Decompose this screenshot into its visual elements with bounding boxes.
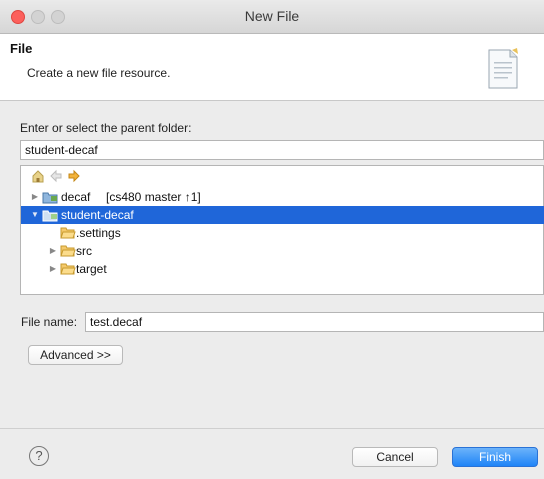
wizard-description: Create a new file resource. bbox=[27, 66, 171, 80]
tree-item-src[interactable]: ▶ src bbox=[21, 242, 544, 260]
expand-arrow-icon[interactable]: ▶ bbox=[30, 188, 40, 206]
parent-folder-label: Enter or select the parent folder: bbox=[20, 121, 192, 135]
wizard-title: File bbox=[10, 41, 33, 56]
window-titlebar: New File bbox=[0, 0, 544, 34]
help-icon[interactable]: ? bbox=[29, 446, 49, 466]
tree-item-label: decaf bbox=[61, 190, 91, 204]
cancel-button[interactable]: Cancel bbox=[352, 447, 438, 467]
parent-folder-input[interactable] bbox=[20, 140, 544, 160]
home-icon[interactable] bbox=[31, 169, 45, 183]
collapse-arrow-icon[interactable]: ▼ bbox=[30, 206, 40, 224]
folder-icon bbox=[60, 245, 76, 257]
tree-item-git-status: [cs480 master ↑1] bbox=[106, 190, 201, 204]
wizard-header: File Create a new file resource. bbox=[0, 34, 544, 101]
window-title: New File bbox=[244, 8, 300, 24]
tree-item-student-decaf[interactable]: ▼ student-decaf bbox=[21, 206, 544, 224]
advanced-button[interactable]: Advanced >> bbox=[28, 345, 123, 365]
folder-tree[interactable]: ▶ decaf [cs480 master ↑1] ▼ student-deca… bbox=[20, 165, 544, 295]
tree-item-label: target bbox=[76, 262, 107, 276]
file-name-input[interactable] bbox=[85, 312, 544, 332]
tree-item-label: src bbox=[76, 244, 92, 258]
new-file-icon bbox=[488, 48, 518, 89]
back-icon[interactable] bbox=[49, 169, 63, 183]
project-icon bbox=[42, 192, 58, 204]
folder-icon bbox=[60, 227, 76, 239]
expand-arrow-icon[interactable]: ▶ bbox=[48, 260, 58, 278]
tree-item-label: student-decaf bbox=[61, 208, 134, 222]
expand-arrow-icon[interactable]: ▶ bbox=[48, 242, 58, 260]
forward-icon[interactable] bbox=[67, 169, 81, 183]
finish-button[interactable]: Finish bbox=[452, 447, 538, 467]
tree-item-label: .settings bbox=[76, 226, 121, 240]
folder-icon bbox=[60, 263, 76, 275]
project-icon bbox=[42, 210, 58, 222]
tree-item-settings[interactable]: .settings bbox=[21, 224, 544, 242]
footer-divider bbox=[0, 428, 544, 429]
tree-item-decaf[interactable]: ▶ decaf [cs480 master ↑1] bbox=[21, 188, 544, 206]
tree-item-target[interactable]: ▶ target bbox=[21, 260, 544, 278]
file-name-label: File name: bbox=[21, 315, 78, 329]
